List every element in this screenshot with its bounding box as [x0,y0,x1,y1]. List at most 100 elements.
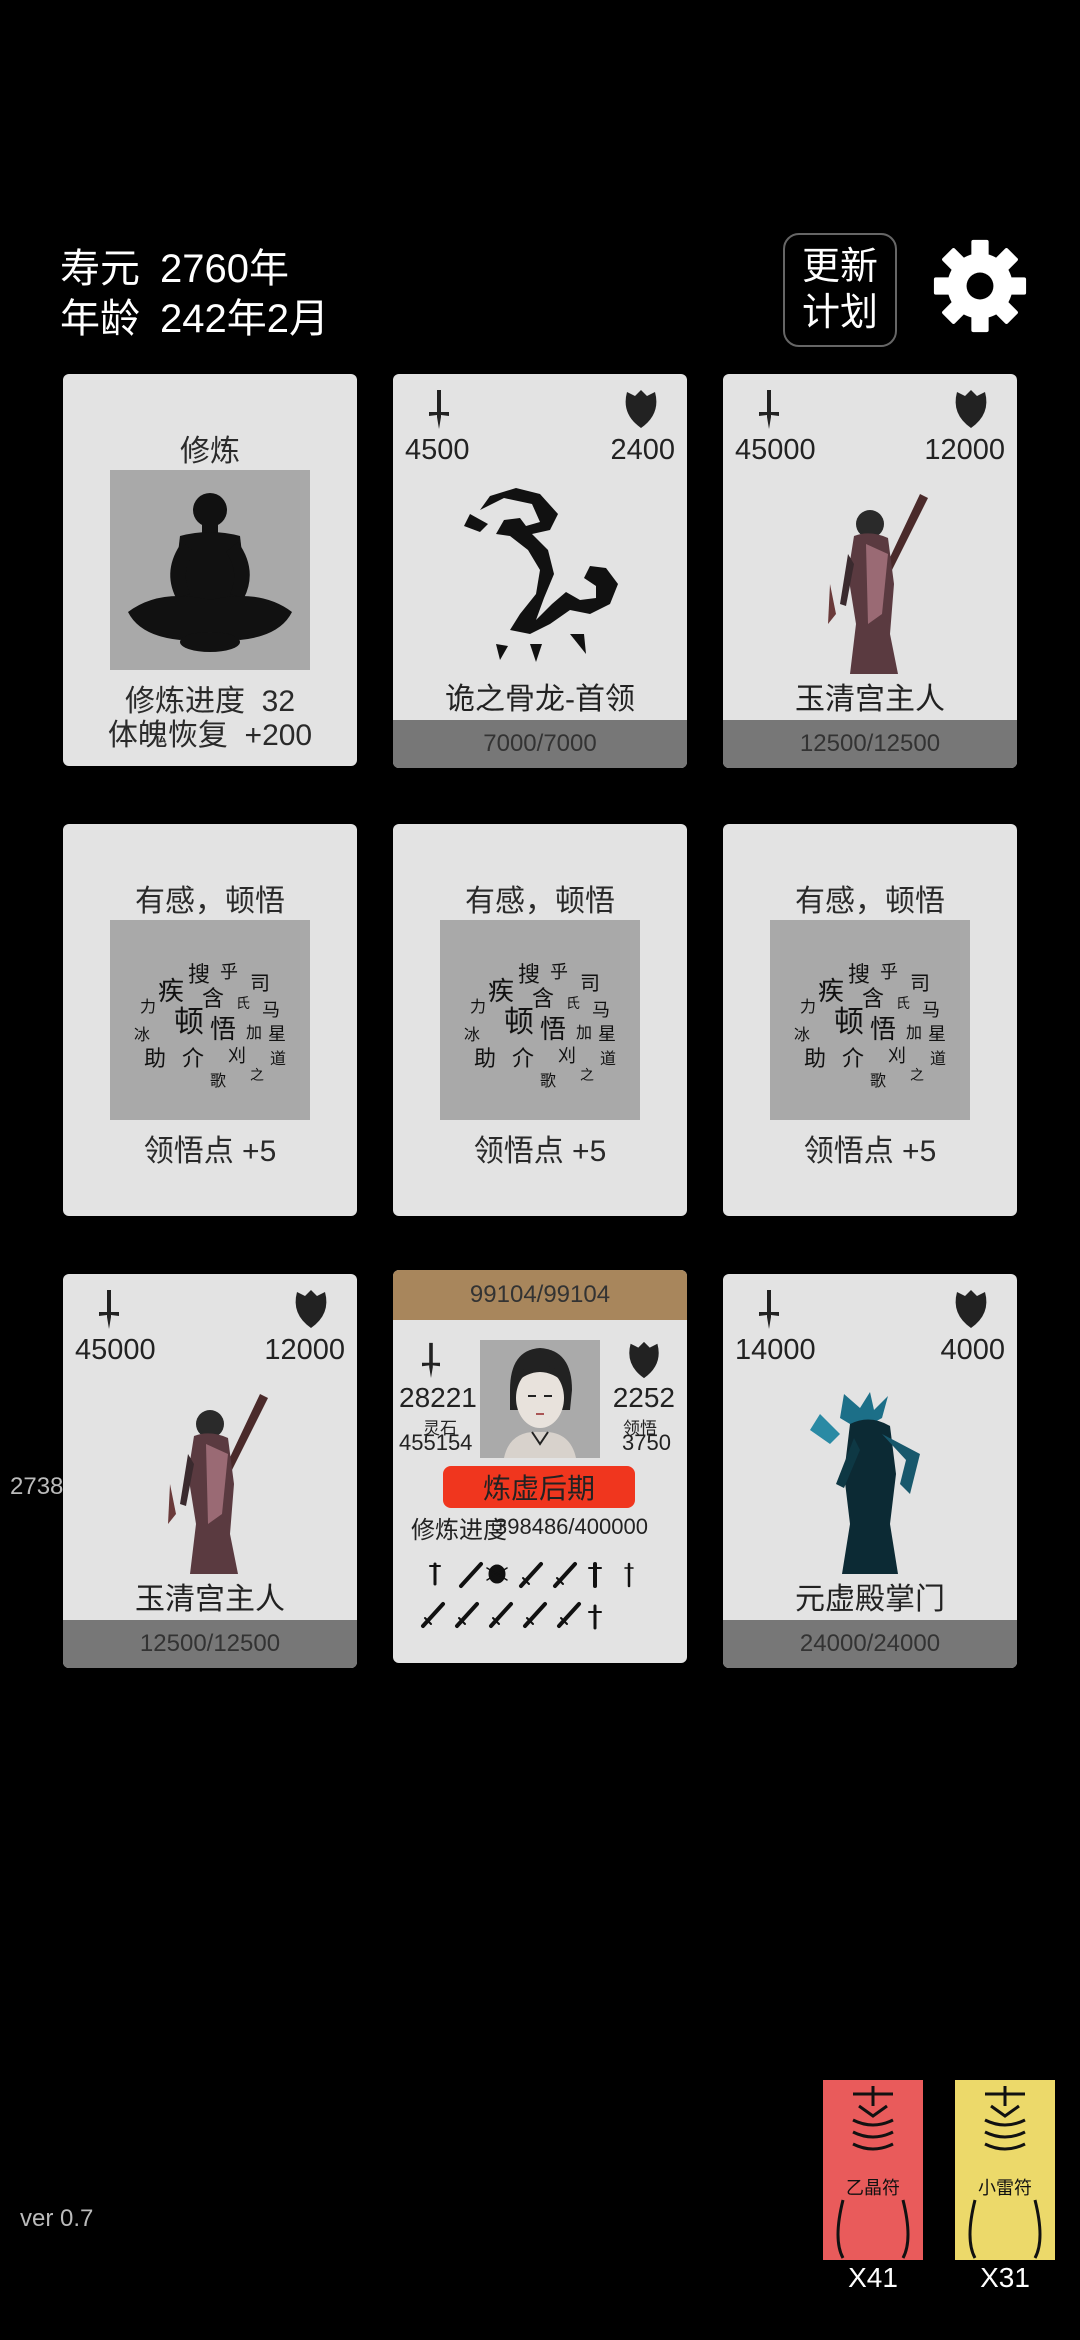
meditation-icon [128,493,292,652]
talisman-name: 乙晶符 [846,2178,900,2199]
svg-text:冰: 冰 [134,1025,150,1044]
player-card[interactable]: 99104/99104 28221 2252 灵石 领悟 455154 3750… [393,1270,687,1663]
svg-text:搜: 搜 [188,963,210,988]
side-counter: 2738 [10,1473,64,1500]
svg-text:歌: 歌 [210,1071,226,1090]
svg-text:顿: 顿 [834,1005,864,1040]
svg-text:歌: 歌 [870,1071,886,1090]
enemy-card-yuanxu[interactable]: 14000 4000 元虚殿掌门 24000/24000 [723,1274,1017,1668]
svg-text:马: 马 [922,1000,940,1021]
gear-icon[interactable] [932,238,1028,334]
svg-text:搜: 搜 [848,963,870,988]
svg-text:乎: 乎 [550,962,568,983]
sword-icon [519,1562,543,1588]
enemy-card-yuqing[interactable]: 45000 12000 玉清宫主人 12500/12500 [63,1274,357,1668]
yuqing-master-portrait [168,1394,268,1574]
svg-text:之: 之 [580,1068,594,1084]
enemy-atk: 4500 [405,434,470,466]
svg-text:含: 含 [532,987,554,1012]
player-hp-text: 99104/99104 [469,1281,611,1308]
enemy-name: 玉清宫主人 [135,1583,285,1616]
insight-card[interactable]: 有感，顿悟 疾搜乎 司力 含 氏马 顿悟加 星 冰 助介 刈 道歌 之 领悟点 +5 [393,824,687,1216]
svg-text:冰: 冰 [794,1025,810,1044]
shield-icon [295,1290,327,1328]
enemy-hp-text: 7000/7000 [483,730,597,757]
svg-text:马: 马 [262,1000,280,1021]
enemy-name: 元虚殿掌门 [795,1583,945,1616]
yuanxu-master-portrait [810,1392,920,1574]
svg-text:加: 加 [246,1023,262,1042]
svg-text:疾: 疾 [818,977,844,1007]
svg-text:顿: 顿 [174,1005,204,1040]
calligraphy-cloud-icon: 疾搜乎 司力 含 氏马 顿悟加 星 冰 助介 刈 道歌 之 [794,962,946,1090]
svg-text:之: 之 [910,1068,924,1084]
svg-text:星: 星 [598,1024,616,1045]
sword-icon [459,1562,483,1588]
update-plan-label: 更新 计划 [801,246,878,334]
cultivate-recovery-value: +200 [244,719,313,752]
equipped-swords-row [421,1562,634,1630]
svg-text:顿: 顿 [504,1005,534,1040]
svg-text:助: 助 [144,1047,166,1072]
cultivator-avatar-icon [504,1348,576,1458]
insight-card[interactable]: 有感，顿悟 疾搜乎 司力 含 氏马 顿悟加 星 冰 助介 刈 道歌 之 领悟点 +5 [63,824,357,1216]
svg-text:氏: 氏 [566,996,580,1012]
talisman-icon-yellow[interactable]: 小雷符 [955,2080,1055,2260]
enemy-def: 2400 [610,434,675,466]
sword-icon [99,1290,119,1329]
enemy-hp-bar: 24000/24000 [723,1620,1017,1668]
enemy-hp-text: 12500/12500 [799,730,941,757]
svg-text:加: 加 [576,1023,592,1042]
cultivate-card[interactable]: 修炼 修炼进度 32 体魄恢复 +200 [63,374,357,766]
svg-text:氏: 氏 [236,996,250,1012]
sword-icon [557,1602,581,1628]
svg-text:疾: 疾 [488,977,514,1007]
svg-text:道: 道 [600,1049,616,1068]
enemy-hp-bar: 12500/12500 [723,720,1017,768]
sword-icon [429,390,449,429]
insight-title: 有感，顿悟 [135,885,285,918]
version-label: ver 0.7 [20,2205,94,2232]
enemy-card-yuqing[interactable]: 45000 12000 玉清宫主人 12500/12500 [723,374,1017,768]
player-progress-value: 398486/400000 [495,1514,648,1539]
yuqing-master-portrait [828,494,928,674]
svg-text:介: 介 [842,1047,864,1072]
sword-icon [588,1604,602,1630]
enemy-name: 玉清宫主人 [795,683,945,716]
svg-text:司: 司 [580,971,600,995]
insight-points-value: 3750 [622,1430,671,1455]
player-atk: 28221 [399,1382,477,1413]
enemy-def: 12000 [924,434,1005,466]
calligraphy-cloud-icon: 疾搜乎 司力 含 氏马 顿悟加 星 冰 助介 刈 道歌 之 [464,962,616,1090]
svg-text:力: 力 [800,997,816,1016]
insight-card[interactable]: 有感，顿悟 疾搜乎 司力 含 氏马 顿悟加 星 冰 助介 刈 道歌 之 领悟点 +5 [723,824,1017,1216]
shield-icon [955,390,987,428]
insight-frame: 疾搜乎 司力 含 氏马 顿悟加 星 冰 助介 刈 道歌 之 [110,920,310,1120]
bug-icon [486,1564,508,1584]
svg-text:冰: 冰 [464,1025,480,1044]
svg-text:悟: 悟 [870,1015,896,1045]
insight-frame: 疾搜乎 司力 含 氏马 顿悟加 星 冰 助介 刈 道歌 之 [440,920,640,1120]
svg-text:刈: 刈 [888,1046,906,1067]
insight-reward: 领悟点 +5 [473,1135,607,1168]
sword-icon [624,1562,634,1588]
sword-icon [455,1602,479,1628]
talisman-icon-red[interactable]: 乙晶符 [823,2080,923,2260]
enemy-atk: 45000 [75,1334,156,1366]
svg-text:加: 加 [906,1023,922,1042]
enemy-def: 12000 [264,1334,345,1366]
svg-text:悟: 悟 [540,1015,566,1045]
sword-icon [422,1342,440,1378]
sword-icon [553,1562,577,1588]
sword-icon [523,1602,547,1628]
enemy-card-dragon[interactable]: 4500 2400 诡之骨龙-首领 7000/7000 [393,374,687,768]
update-plan-button[interactable]: 更新 计划 [783,233,897,347]
svg-text:助: 助 [474,1047,496,1072]
svg-text:马: 马 [592,1000,610,1021]
spirit-stone-value: 455154 [399,1430,473,1455]
sword-icon [588,1562,602,1588]
svg-text:刈: 刈 [228,1046,246,1067]
sword-icon [759,390,779,429]
talisman-name: 小雷符 [978,2178,1032,2199]
enemy-hp-bar: 7000/7000 [393,720,687,768]
